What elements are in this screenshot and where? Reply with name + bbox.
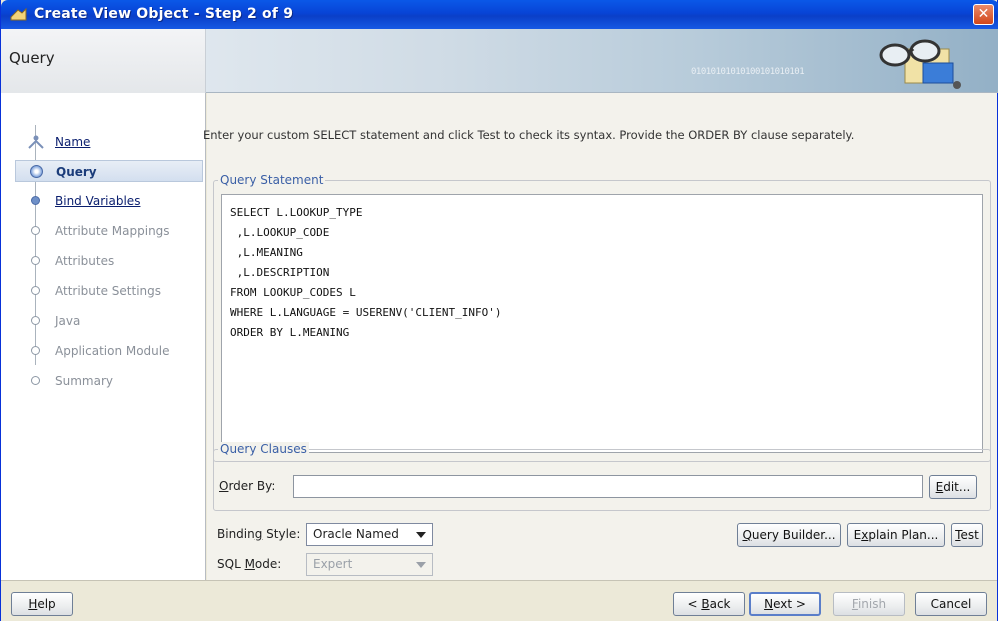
sql-line: SELECT L.LOOKUP_TYPE [230, 206, 363, 219]
test-label: est [960, 528, 979, 542]
explain-plan-label: plain Plan... [868, 528, 939, 542]
nav-step-application-module: Application Module [15, 340, 205, 362]
chevron-down-icon [416, 562, 426, 568]
step-dot-icon [31, 316, 40, 325]
person-icon [28, 135, 44, 149]
back-label: ack [709, 597, 731, 611]
sql-line: ,L.DESCRIPTION [230, 266, 330, 279]
glasses-icon [879, 39, 961, 89]
chevron-down-icon [416, 532, 426, 538]
sql-mode-value: Expert [313, 557, 353, 571]
sql-mode-mnemonic: M [244, 557, 255, 571]
cancel-label: Cancel [930, 597, 972, 611]
nav-step-label: Bind Variables [55, 194, 141, 208]
nav-step-label: Java [55, 314, 81, 328]
nav-step-attributes: Attributes [15, 250, 205, 272]
nav-step-label: Attributes [55, 254, 115, 268]
next-mnemonic: N [764, 597, 774, 611]
nav-step-label: Attribute Mappings [55, 224, 170, 238]
sql-mode-select: Expert [306, 553, 433, 576]
nav-step-label: Application Module [55, 344, 170, 358]
step-banner: Query 01010101010100101010101 [1, 29, 998, 93]
order-by-label: Order By: [219, 479, 275, 493]
nav-step-attribute-settings: Attribute Settings [15, 280, 205, 302]
sql-line: FROM LOOKUP_CODES L [230, 286, 356, 299]
nav-step-query[interactable]: Query [15, 160, 203, 182]
nav-step-label: Summary [55, 374, 113, 388]
query-statement-legend: Query Statement [218, 173, 326, 187]
sql-mode-label-b: ode: [254, 557, 282, 571]
sql-line: ORDER BY L.MEANING [230, 326, 350, 339]
nav-step-name[interactable]: Name [15, 131, 205, 153]
nav-step-label: Name [55, 135, 91, 149]
back-mnemonic: B [701, 597, 710, 611]
dialog-footer: Help < Back Next > Finish Cancel [1, 580, 997, 621]
step-dot-icon [31, 346, 40, 355]
step-dot-icon [31, 286, 40, 295]
step-dot-icon [31, 256, 40, 265]
nav-step-attribute-mappings: Attribute Mappings [15, 220, 205, 242]
explain-plan-button[interactable]: Explain Plan... [847, 523, 945, 547]
sql-line: WHERE L.LANGUAGE = USERENV('CLIENT_INFO'… [230, 306, 502, 319]
step-dot-icon [31, 226, 40, 235]
banner-binary-decoration: 01010101010100101010101 [691, 67, 805, 77]
banner-title-area: Query [1, 29, 206, 93]
edit-button-label: dit... [943, 480, 971, 494]
wizard-dialog: Create View Object - Step 2 of 9 ✕ Query… [0, 0, 998, 621]
finish-button: Finish [833, 592, 905, 616]
binding-style-label-a: Bindin [217, 527, 255, 541]
nav-step-label: Query [56, 165, 97, 179]
query-builder-label: uery Builder... [751, 528, 836, 542]
binding-style-value: Oracle Named [313, 527, 399, 541]
next-label: ext > [773, 597, 806, 611]
step-title: Query [9, 49, 55, 67]
sql-statement-editor[interactable]: SELECT L.LOOKUP_TYPE ,L.LOOKUP_CODE ,L.M… [221, 194, 983, 453]
test-button[interactable]: Test [951, 523, 983, 547]
sql-line: ,L.MEANING [230, 246, 303, 259]
nav-step-java: Java [15, 310, 205, 332]
next-button[interactable]: Next > [749, 592, 821, 616]
main-panel: Enter your custom SELECT statement and c… [203, 93, 997, 580]
back-button[interactable]: < Back [673, 592, 745, 616]
edit-order-by-button[interactable]: Edit... [929, 475, 977, 499]
help-mnemonic: H [28, 597, 38, 611]
help-button[interactable]: Help [11, 592, 73, 616]
app-icon [10, 7, 27, 21]
window-title: Create View Object - Step 2 of 9 [34, 6, 294, 22]
binding-style-label: Binding Style: [217, 527, 300, 541]
order-by-input[interactable] [293, 475, 923, 498]
step-dot-icon [31, 376, 40, 385]
order-by-label-text: rder By: [228, 479, 276, 493]
nav-step-label: Attribute Settings [55, 284, 162, 298]
sql-mode-label-a: SQL [217, 557, 245, 571]
close-button[interactable]: ✕ [973, 4, 994, 25]
step-dot-icon [31, 196, 40, 205]
finish-label: inish [857, 597, 887, 611]
query-builder-button[interactable]: Query Builder... [737, 523, 841, 547]
sql-line: ,L.LOOKUP_CODE [230, 226, 330, 239]
sql-mode-label: SQL Mode: [217, 557, 281, 571]
title-bar[interactable]: Create View Object - Step 2 of 9 ✕ [1, 0, 998, 29]
nav-step-summary: Summary [15, 370, 205, 392]
wizard-step-nav: Name Query Bind Variables Attribute Mapp… [1, 93, 206, 580]
cancel-button[interactable]: Cancel [915, 592, 987, 616]
close-icon: ✕ [977, 6, 990, 22]
query-clauses-legend: Query Clauses [218, 442, 309, 456]
back-prefix: < [687, 597, 702, 611]
help-label: elp [37, 597, 56, 611]
query-builder-mnemonic: Q [742, 528, 752, 542]
nav-step-bind-variables[interactable]: Bind Variables [15, 190, 205, 212]
binding-style-select[interactable]: Oracle Named [306, 523, 433, 546]
instruction-text: Enter your custom SELECT statement and c… [203, 128, 855, 142]
binding-style-label-b: Style: [262, 527, 301, 541]
current-step-icon [30, 165, 43, 178]
